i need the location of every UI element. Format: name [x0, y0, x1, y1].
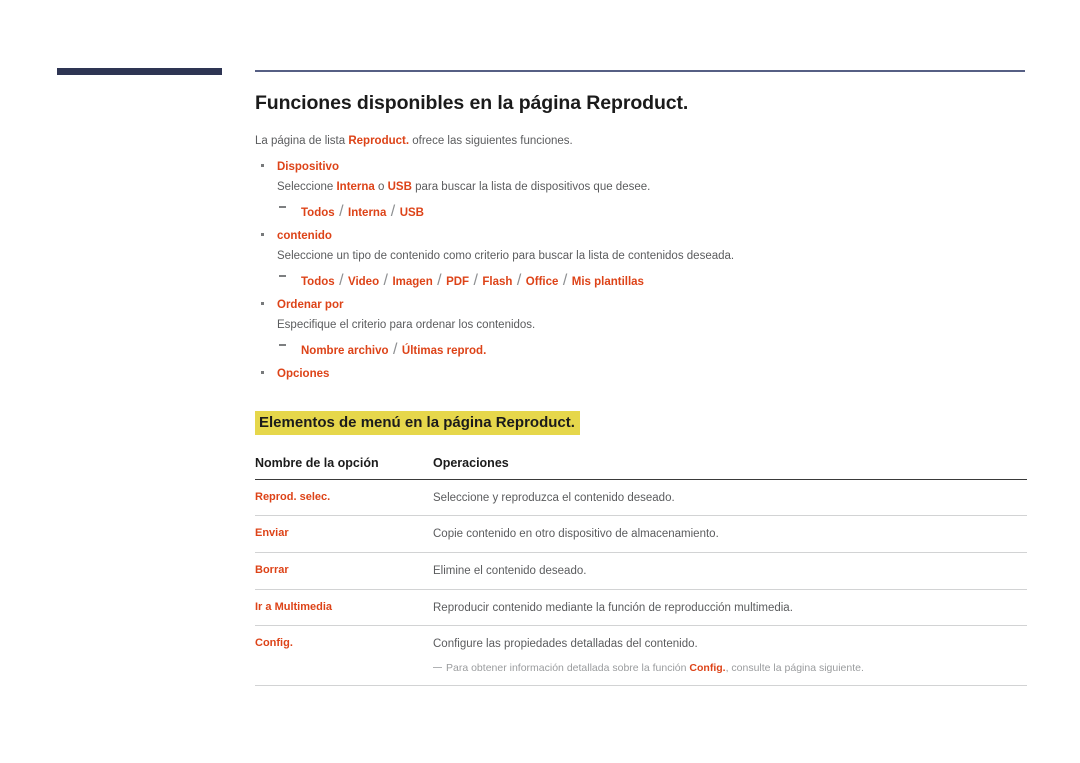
desc-mid: o [374, 181, 388, 194]
bullet-dot-icon [261, 302, 264, 305]
sub-option-list: Todos / Video / Imagen / PDF / Flash / O… [277, 267, 1027, 295]
intro-paragraph: La página de lista Reproduct. ofrece las… [255, 133, 1027, 150]
dash-marker-icon [279, 275, 286, 277]
footnote-suffix: , consulte la página siguiente. [725, 662, 864, 675]
sub-option-1: Interna [348, 206, 387, 219]
intro-prefix: La página de lista [255, 135, 349, 147]
desc-term-usb: USB [387, 181, 412, 194]
footnote-dash-icon [433, 667, 442, 669]
table-row: Config. Configure las propiedades detall… [255, 625, 1027, 686]
option-name: Reprod. selec. [255, 490, 331, 503]
sub-option-0: Todos [301, 275, 335, 288]
table-row: Borrar Elimine el contenido deseado. [255, 552, 1027, 590]
sub-option-list: Todos / Interna / USB [277, 198, 1027, 226]
features-bullet-list: Dispositivo Seleccione Interna o USB par… [255, 158, 1027, 385]
option-operation: Reproducir contenido mediante la función… [433, 601, 793, 614]
option-operation: Copie contenido en otro dispositivo de a… [433, 528, 719, 541]
sub-option-3: PDF [446, 275, 470, 288]
bullet-dot-icon [261, 233, 264, 236]
sub-option-0: Nombre archivo [301, 344, 389, 357]
option-name: Enviar [255, 527, 289, 540]
sub-option-6: Mis plantillas [571, 275, 644, 288]
bullet-heading: contenido [277, 230, 332, 243]
desc-suffix: para buscar la lista de dispositivos que… [411, 181, 651, 194]
sub-option-2: USB [399, 206, 424, 219]
option-operation: Configure las propiedades detalladas del… [433, 638, 698, 651]
intro-suffix: ofrece las siguientes funciones. [409, 135, 573, 147]
sub-option-4: Flash [482, 275, 513, 288]
bullet-heading: Opciones [277, 368, 330, 381]
table-header-operations: Operaciones [433, 455, 1027, 480]
section-heading-wrap: Elementos de menú en la página Reproduct… [255, 409, 1027, 438]
page-title: Funciones disponibles en la página Repro… [255, 92, 689, 114]
table-header-row: Nombre de la opción Operaciones [255, 455, 1027, 480]
bullet-dot-icon [261, 371, 264, 374]
bullet-item-ordenar-por: Ordenar por Especifique el criterio para… [255, 296, 1027, 363]
desc-prefix: Seleccione [277, 181, 337, 194]
bullet-description: Seleccione Interna o USB para buscar la … [277, 178, 1027, 198]
document-content: Funciones disponibles en la página Repro… [255, 92, 1027, 686]
option-footnote: Para obtener información detallada sobre… [433, 661, 1027, 676]
bullet-description: Seleccione un tipo de contenido como cri… [277, 250, 735, 263]
header-thin-rule [255, 70, 1025, 72]
option-name: Ir a Multimedia [255, 600, 333, 613]
bullet-heading: Dispositivo [277, 161, 339, 174]
dash-marker-icon [279, 206, 286, 208]
option-name: Borrar [255, 564, 289, 576]
section-heading-highlighted: Elementos de menú en la página Reproduct… [255, 411, 580, 436]
option-operation: Elimine el contenido deseado. [433, 565, 587, 577]
sub-option-5: Office [525, 275, 559, 288]
bullet-item-dispositivo: Dispositivo Seleccione Interna o USB par… [255, 158, 1027, 225]
option-name: Config. [255, 637, 293, 650]
sub-option-1: Video [348, 275, 380, 288]
table-row: Ir a Multimedia Reproducir contenido med… [255, 589, 1027, 627]
option-operation: Seleccione y reproduzca el contenido des… [433, 491, 675, 504]
sub-option-row: Todos / Video / Imagen / PDF / Flash / O… [277, 267, 1027, 295]
menu-items-table: Nombre de la opción Operaciones Reprod. … [255, 455, 1027, 686]
table-row: Enviar Copie contenido en otro dispositi… [255, 515, 1027, 553]
sub-option-list: Nombre archivo / Últimas reprod. [277, 336, 1027, 364]
sub-option-row: Nombre archivo / Últimas reprod. [277, 336, 1027, 364]
bullet-item-contenido: contenido Seleccione un tipo de contenid… [255, 227, 1027, 294]
footnote-term-config: Config. [689, 662, 726, 675]
intro-term-reproduct: Reproduct. [348, 135, 410, 147]
table-row: Reprod. selec. Seleccione y reproduzca e… [255, 479, 1027, 517]
bullet-dot-icon [261, 164, 264, 167]
footnote-prefix: Para obtener información detallada sobre… [446, 662, 690, 675]
sub-option-row: Todos / Interna / USB [277, 198, 1027, 226]
dash-marker-icon [279, 344, 286, 346]
page-header-rule [0, 0, 1080, 80]
bullet-description: Especifique el criterio para ordenar los… [277, 319, 536, 332]
header-accent-bar [57, 68, 222, 75]
sub-option-2: Imagen [392, 275, 433, 288]
table-header-option-name: Nombre de la opción [255, 455, 433, 480]
desc-term-interna: Interna [336, 181, 375, 194]
sub-option-0: Todos [301, 206, 335, 219]
bullet-item-opciones: Opciones [255, 365, 1027, 385]
bullet-heading: Ordenar por [277, 299, 344, 312]
sub-option-1: Últimas reprod. [401, 344, 487, 357]
